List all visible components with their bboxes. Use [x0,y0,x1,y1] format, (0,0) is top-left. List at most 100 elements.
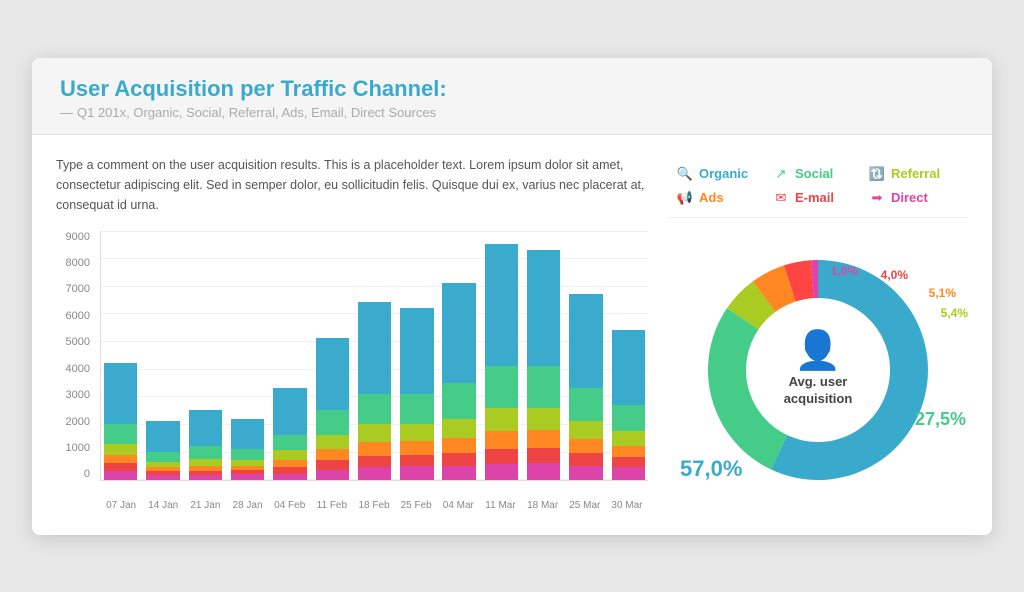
bar-segment-organic [400,308,433,394]
main-card: User Acquisition per Traffic Channel: —Q… [32,58,992,535]
legend-item-email[interactable]: ✉E-mail [772,189,864,207]
bar-segment-referral [527,408,560,430]
legend-label-social: Social [795,166,833,181]
x-axis-label: 18 Mar [522,500,564,511]
x-axis: 07 Jan14 Jan21 Jan28 Jan04 Feb11 Feb18 F… [100,483,648,511]
bar-segment-organic [485,244,518,366]
organic-icon: 🔍 [676,165,694,183]
y-axis-label: 7000 [66,283,90,295]
bar-group [355,231,394,480]
x-axis-label: 04 Feb [269,500,311,511]
bar-segment-social [569,388,602,421]
bar-segment-direct [442,466,475,480]
bar-segment-organic [231,419,264,449]
bar-stack [440,283,479,479]
user-icon: 👤 [784,332,853,370]
bar-segment-social [146,452,179,462]
bar-stack [270,388,309,479]
x-axis-label: 25 Feb [395,500,437,511]
bar-segment-ads [273,460,306,467]
bar-segment-direct [316,470,349,480]
left-panel: Type a comment on the user acquisition r… [56,155,648,511]
bar-segment-ads [485,431,518,449]
donut-center: 👤 Avg. useracquisition [784,332,853,408]
card-header: User Acquisition per Traffic Channel: —Q… [32,58,992,135]
bar-segment-referral [358,424,391,442]
donut-label-direct: 1,0% [831,264,858,278]
bar-segment-referral [104,444,137,455]
bar-segment-social [527,366,560,407]
x-axis-label: 11 Feb [311,500,353,511]
x-axis-label: 25 Mar [564,500,606,511]
bar-segment-social [104,424,137,443]
bar-segment-email [442,453,475,465]
subtitle: —Q1 201x, Organic, Social, Referral, Ads… [60,105,964,120]
legend-item-organic[interactable]: 🔍 Organic [676,165,768,183]
bar-segment-email [527,448,560,463]
bar-segment-direct [146,475,179,479]
bar-stack [397,308,436,480]
bar-segment-direct [189,475,222,479]
x-axis-label: 14 Jan [142,500,184,511]
bar-segment-organic [316,338,349,410]
bar-stack [482,244,521,479]
bar-segment-referral [189,459,222,466]
bar-segment-email [273,467,306,474]
donut-label-referral: 5,4% [941,306,968,320]
bar-segment-email [569,453,602,465]
y-axis-label: 1000 [66,442,90,454]
x-axis-label: 28 Jan [226,500,268,511]
bar-segment-referral [612,431,645,446]
bar-segment-email [400,455,433,466]
x-axis-label: 04 Mar [437,500,479,511]
legend-item-direct[interactable]: ➡Direct [868,189,960,207]
bar-segment-social [316,410,349,435]
y-axis: 9000800070006000500040003000200010000 [56,231,96,481]
bar-segment-direct [569,466,602,480]
legend-item-social[interactable]: ↗ Social [772,165,864,183]
bar-segment-direct [400,466,433,480]
bar-group [143,231,182,480]
social-icon: ↗ [772,165,790,183]
bar-segment-organic [358,302,391,393]
bar-stack [566,294,605,479]
donut-label-organic: 57,0% [680,456,742,482]
bar-segment-social [612,405,645,431]
card-body: Type a comment on the user acquisition r… [32,135,992,535]
bar-segment-ads [400,441,433,455]
bar-segment-social [273,435,306,450]
bar-segment-ads [316,449,349,460]
bar-segment-direct [273,474,306,480]
bar-segment-organic [612,330,645,405]
y-axis-label: 6000 [66,310,90,322]
bar-segment-social [358,394,391,424]
legend-label-organic: Organic [699,166,748,181]
bar-stack [524,250,563,480]
bar-segment-organic [527,250,560,366]
bar-stack [101,363,140,479]
x-axis-label: 07 Jan [100,500,142,511]
bar-group [566,231,605,480]
bar-segment-organic [569,294,602,388]
bar-segment-organic [189,410,222,446]
bar-segment-ads [104,455,137,463]
bars-container [100,231,648,481]
bar-segment-referral [400,424,433,441]
referral-icon: 🔃 [868,165,886,183]
bar-chart: 9000800070006000500040003000200010000 07… [56,231,648,511]
bar-segment-direct [485,464,518,479]
bar-segment-email [316,460,349,470]
y-axis-label: 0 [84,468,90,480]
legend: 🔍 Organic ↗ Social 🔃Referral 📢Ads✉E-mail➡Dire… [668,155,968,218]
legend-item-referral[interactable]: 🔃Referral [868,165,960,183]
bar-segment-direct [527,463,560,480]
bar-group [397,231,436,480]
bar-segment-organic [104,363,137,424]
legend-label-direct: Direct [891,190,928,205]
bar-segment-direct [612,467,645,479]
donut-chart: 👤 Avg. useracquisition 57,0%27,5%5,4%5,1… [698,250,938,490]
x-axis-label: 30 Mar [606,500,648,511]
legend-item-ads[interactable]: 📢Ads [676,189,768,207]
bar-segment-referral [316,435,349,449]
bar-segment-referral [569,421,602,439]
